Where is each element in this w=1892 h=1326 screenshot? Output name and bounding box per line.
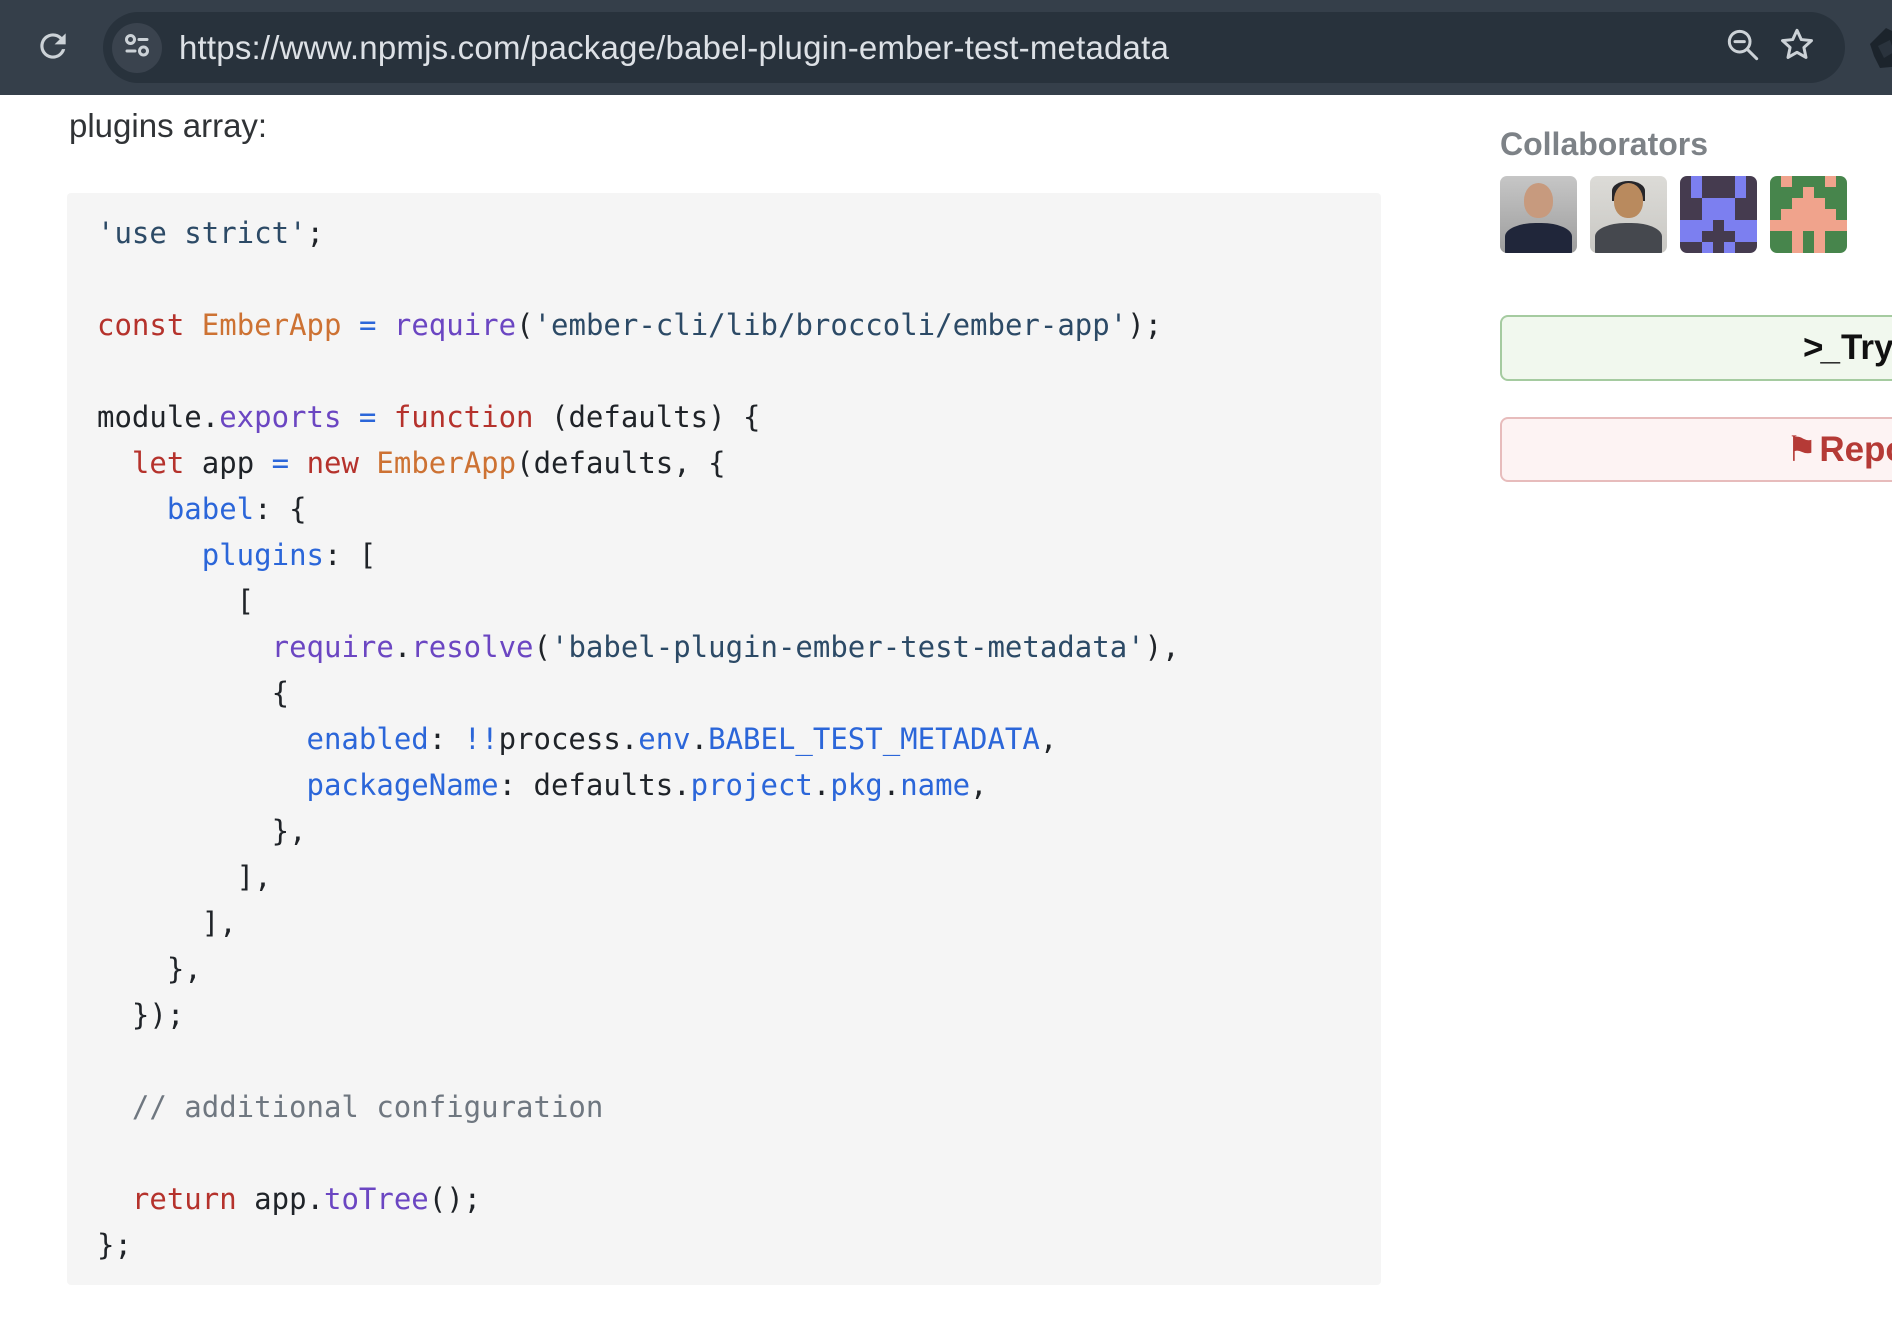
- runkit-terminal-icon: >_: [1803, 328, 1837, 367]
- try-on-runkit-button[interactable]: >_Try on RunKit: [1500, 315, 1892, 381]
- collaborator-avatar-2[interactable]: [1590, 176, 1667, 253]
- avatar-shirt: [1595, 223, 1663, 253]
- package-sidebar: Collaborators >_Try on RunKit ⚑Report ma…: [1500, 95, 1892, 482]
- collaborator-avatar-3[interactable]: [1680, 176, 1757, 253]
- browser-toolbar: https://www.npmjs.com/package/babel-plug…: [0, 0, 1892, 95]
- code-line: packageName: defaults.project.pkg.name,: [97, 762, 1357, 808]
- runkit-button-bold-label: Try: [1841, 328, 1892, 367]
- code-line: [97, 348, 1357, 394]
- url-text[interactable]: https://www.npmjs.com/package/babel-plug…: [179, 29, 1169, 67]
- code-line: enabled: !!process.env.BABEL_TEST_METADA…: [97, 716, 1357, 762]
- avatar-face: [1614, 183, 1643, 218]
- code-line: [97, 256, 1357, 302]
- address-bar[interactable]: https://www.npmjs.com/package/babel-plug…: [103, 12, 1845, 83]
- reload-icon: [34, 27, 72, 68]
- extension-partial-icon[interactable]: [1860, 26, 1892, 72]
- collaborators-heading: Collaborators: [1500, 127, 1892, 161]
- code-line: ],: [97, 854, 1357, 900]
- page-content: plugins array: 'use strict'; const Ember…: [0, 95, 1892, 1326]
- code-line: });: [97, 992, 1357, 1038]
- report-button-bold-label: Report: [1819, 430, 1892, 469]
- site-settings-button[interactable]: [112, 23, 162, 73]
- collaborators-avatar-row: [1500, 176, 1892, 253]
- readme-section: plugins array: 'use strict'; const Ember…: [67, 95, 1381, 1285]
- readme-paragraph: plugins array:: [69, 105, 1381, 147]
- bookmark-star-icon: [1776, 24, 1818, 71]
- code-line: return app.toTree();: [97, 1176, 1357, 1222]
- code-line: require.resolve('babel-plugin-ember-test…: [97, 624, 1357, 670]
- code-line: };: [97, 1222, 1357, 1268]
- collaborator-avatar-4[interactable]: [1770, 176, 1847, 253]
- code-line: module.exports = function (defaults) {: [97, 394, 1357, 440]
- code-line: [: [97, 578, 1357, 624]
- avatar-face: [1524, 183, 1553, 218]
- code-line: [97, 1038, 1357, 1084]
- bookmark-button[interactable]: [1775, 26, 1819, 70]
- code-line: ],: [97, 900, 1357, 946]
- reload-button[interactable]: [33, 27, 73, 67]
- code-line: const EmberApp = require('ember-cli/lib/…: [97, 302, 1357, 348]
- code-line: },: [97, 946, 1357, 992]
- collaborator-avatar-1[interactable]: [1500, 176, 1577, 253]
- code-line: [97, 1130, 1357, 1176]
- zoom-out-button[interactable]: [1721, 26, 1765, 70]
- code-block: 'use strict'; const EmberApp = require('…: [67, 193, 1381, 1285]
- avatar-shirt: [1505, 223, 1573, 253]
- zoom-out-icon: [1723, 25, 1763, 70]
- code-line: {: [97, 670, 1357, 716]
- code-line: babel: {: [97, 486, 1357, 532]
- code-line: plugins: [: [97, 532, 1357, 578]
- code-line: // additional configuration: [97, 1084, 1357, 1130]
- identicon-pattern: [1680, 176, 1757, 253]
- site-settings-icon: [121, 29, 153, 66]
- flag-icon: ⚑: [1786, 430, 1817, 469]
- code-line: let app = new EmberApp(defaults, {: [97, 440, 1357, 486]
- report-malware-button[interactable]: ⚑Report malware: [1500, 417, 1892, 482]
- identicon-pattern: [1770, 176, 1847, 253]
- code-line: 'use strict';: [97, 210, 1357, 256]
- code-line: },: [97, 808, 1357, 854]
